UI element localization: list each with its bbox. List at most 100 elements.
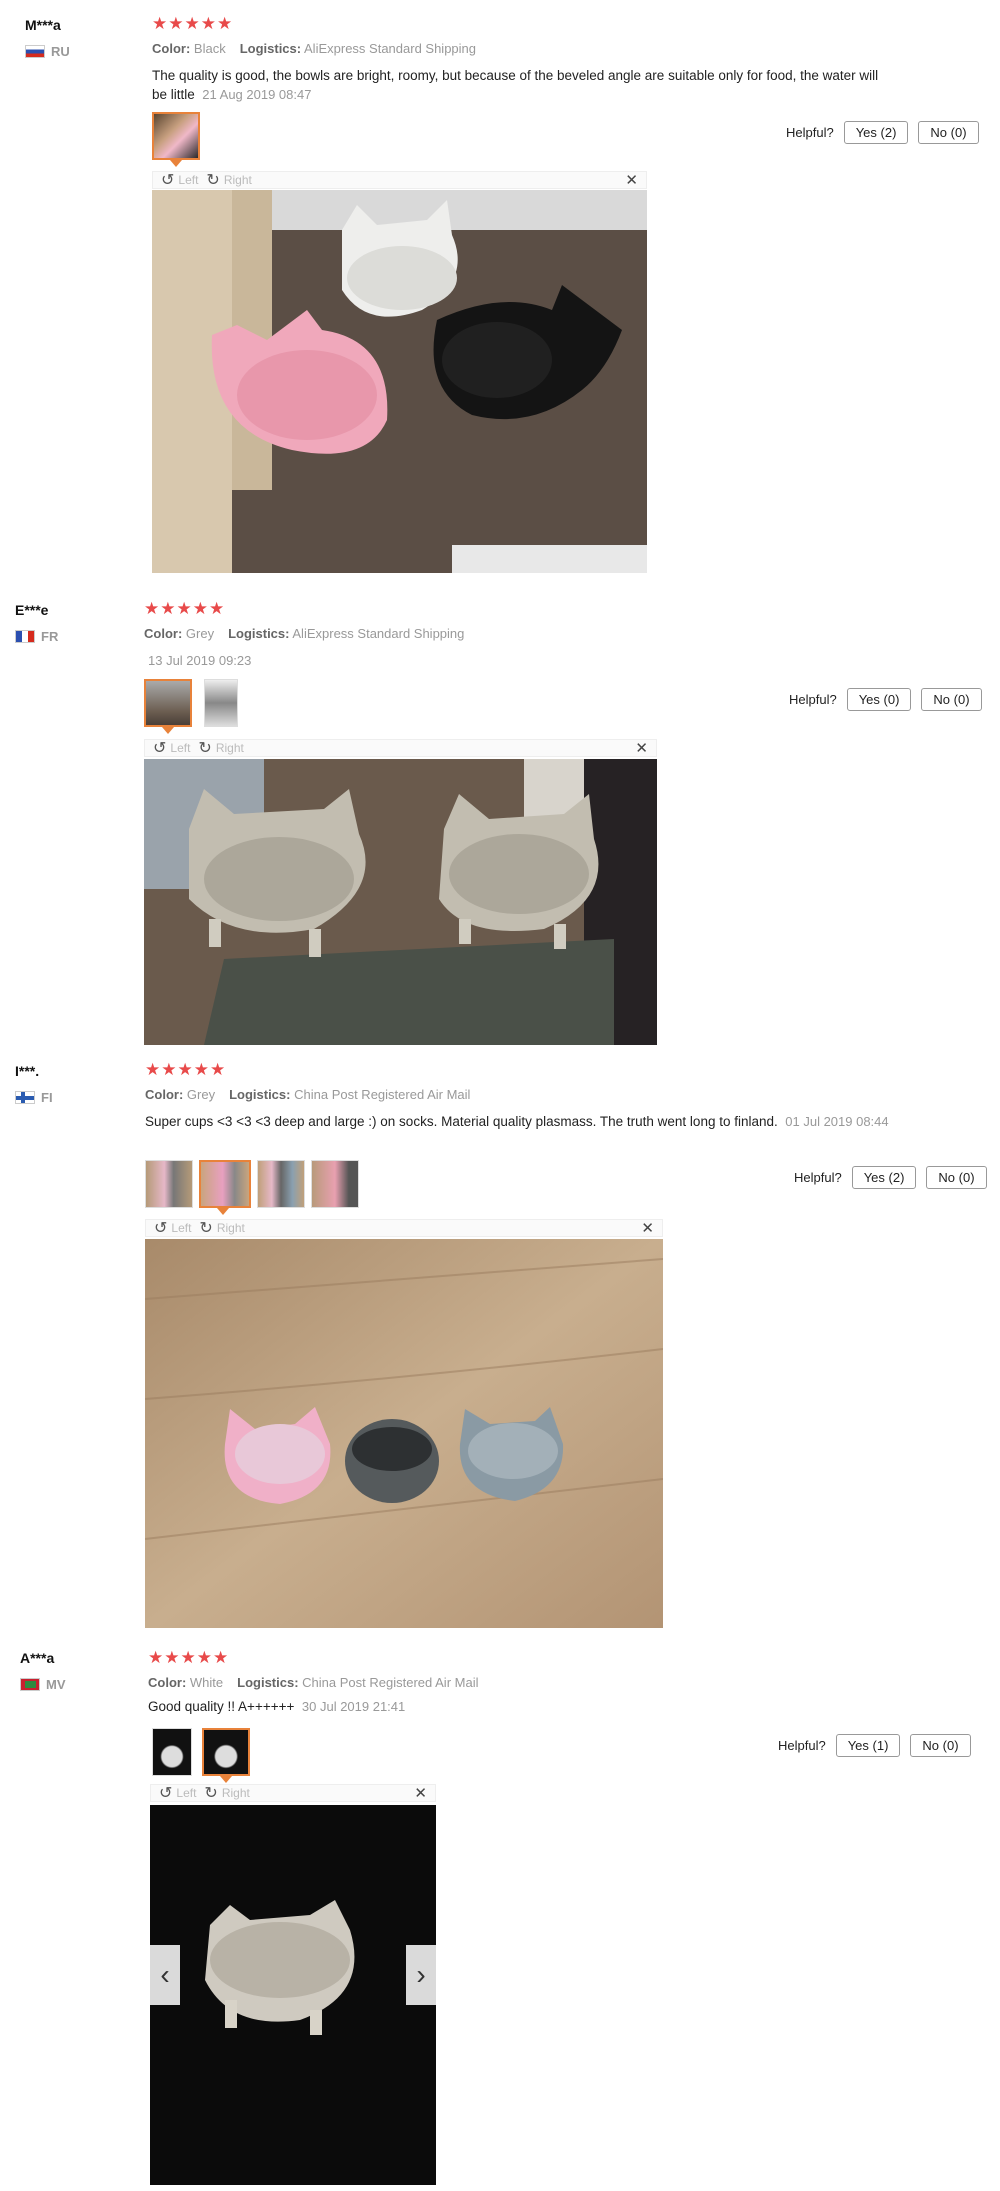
star-rating: ★★★★★ bbox=[148, 1648, 230, 1667]
color-value: White bbox=[189, 1675, 224, 1690]
rotate-right-icon: ↻ bbox=[199, 1220, 213, 1237]
thumbnail[interactable] bbox=[152, 112, 200, 167]
logistics-label: Logistics: bbox=[228, 626, 290, 641]
rotate-right-button[interactable]: ↻ Right bbox=[198, 738, 243, 758]
rotate-right-label: Right bbox=[221, 1786, 250, 1800]
rotate-left-button[interactable]: ↺ Left bbox=[161, 170, 198, 190]
review-date: 30 Jul 2019 21:41 bbox=[301, 1699, 406, 1714]
rotate-left-icon: ↺ bbox=[159, 1785, 173, 1802]
country-code: FR bbox=[41, 629, 59, 644]
reviewer-country: FR bbox=[15, 629, 58, 644]
close-icon[interactable]: ✕ bbox=[641, 1219, 654, 1237]
review-meta: Color: Black Logistics: AliExpress Standa… bbox=[152, 41, 476, 56]
helpful-label: Helpful? bbox=[794, 1170, 842, 1185]
close-icon[interactable]: ✕ bbox=[635, 739, 648, 757]
rotate-right-icon: ↻ bbox=[204, 1785, 218, 1802]
image-toolbar: ↺ Left ↻ Right ✕ bbox=[144, 739, 657, 757]
rotate-left-button[interactable]: ↺ Left bbox=[159, 1783, 196, 1803]
review-meta: Color: Grey Logistics: AliExpress Standar… bbox=[144, 626, 464, 641]
color-label: Color: bbox=[148, 1675, 187, 1690]
review-photo bbox=[145, 1239, 663, 1628]
rotate-left-button[interactable]: ↺ Left bbox=[154, 1218, 191, 1238]
helpful-no-button[interactable]: No (0) bbox=[926, 1166, 987, 1189]
helpful-yes-button[interactable]: Yes (2) bbox=[843, 121, 909, 144]
reviewer-name: A***a bbox=[20, 1650, 55, 1666]
image-toolbar: ↺ Left ↻ Right ✕ bbox=[152, 171, 647, 189]
thumbnail[interactable] bbox=[199, 1160, 251, 1215]
review-text: Good quality !! A++++++ 30 Jul 2019 21:4… bbox=[148, 1697, 878, 1716]
star-rating: ★★★★★ bbox=[144, 599, 226, 618]
rotate-left-label: Left bbox=[176, 1786, 197, 1800]
rotate-right-label: Right bbox=[223, 173, 252, 187]
rotate-right-button[interactable]: ↻ Right bbox=[199, 1218, 244, 1238]
close-icon[interactable]: ✕ bbox=[625, 171, 638, 189]
review-text: 13 Jul 2019 09:23 bbox=[148, 651, 878, 670]
rotate-right-button[interactable]: ↻ Right bbox=[204, 1783, 249, 1803]
bowls-photo-illustration bbox=[145, 1239, 663, 1628]
next-image-button[interactable]: › bbox=[406, 1945, 436, 2005]
helpful-no-button[interactable]: No (0) bbox=[910, 1734, 971, 1757]
logistics-label: Logistics: bbox=[237, 1675, 299, 1690]
thumbnail-strip bbox=[145, 1160, 359, 1215]
rotate-left-label: Left bbox=[178, 173, 199, 187]
helpful-no-button[interactable]: No (0) bbox=[918, 121, 979, 144]
rotate-right-label: Right bbox=[215, 741, 244, 755]
color-label: Color: bbox=[152, 41, 191, 56]
country-code: MV bbox=[46, 1677, 66, 1692]
helpful-yes-button[interactable]: Yes (0) bbox=[846, 688, 912, 711]
image-toolbar: ↺ Left ↻ Right ✕ bbox=[145, 1219, 663, 1237]
review-text: Super cups <3 <3 <3 deep and large :) on… bbox=[145, 1112, 895, 1131]
logistics-value: China Post Registered Air Mail bbox=[294, 1087, 471, 1102]
bowls-photo-illustration bbox=[152, 190, 647, 573]
color-value: Grey bbox=[186, 1087, 216, 1102]
flag-icon bbox=[15, 630, 35, 643]
chevron-right-icon: › bbox=[416, 1959, 426, 1990]
close-icon[interactable]: ✕ bbox=[414, 1784, 427, 1802]
chevron-left-icon: ‹ bbox=[160, 1959, 170, 1990]
previous-image-button[interactable]: ‹ bbox=[150, 1945, 180, 2005]
rotate-left-icon: ↺ bbox=[161, 172, 175, 189]
review-body: Super cups <3 <3 <3 deep and large :) on… bbox=[145, 1114, 778, 1129]
logistics-label: Logistics: bbox=[239, 41, 302, 56]
thumbnail[interactable] bbox=[145, 1160, 193, 1208]
helpful-group: Helpful? Yes (2) No (0) bbox=[794, 1166, 987, 1189]
helpful-no-button[interactable]: No (0) bbox=[921, 688, 982, 711]
thumbnail-strip bbox=[152, 1728, 250, 1783]
thumbnail-strip bbox=[144, 679, 238, 734]
flag-icon bbox=[20, 1678, 40, 1691]
rotate-left-icon: ↺ bbox=[154, 1220, 168, 1237]
thumbnail[interactable] bbox=[257, 1160, 305, 1208]
reviewer-country: FI bbox=[15, 1090, 53, 1105]
logistics-value: AliExpress Standard Shipping bbox=[304, 41, 477, 56]
helpful-label: Helpful? bbox=[789, 692, 837, 707]
helpful-group: Helpful? Yes (1) No (0) bbox=[778, 1734, 971, 1757]
reviewer-country: MV bbox=[20, 1677, 66, 1692]
logistics-label: Logistics: bbox=[229, 1087, 291, 1102]
rotate-right-label: Right bbox=[216, 1221, 245, 1235]
logistics-value: China Post Registered Air Mail bbox=[302, 1675, 479, 1690]
rotate-right-button[interactable]: ↻ Right bbox=[206, 170, 251, 190]
helpful-yes-button[interactable]: Yes (2) bbox=[851, 1166, 917, 1189]
review-photo bbox=[144, 759, 657, 1045]
reviewer-country: RU bbox=[25, 44, 70, 59]
star-rating: ★★★★★ bbox=[145, 1060, 227, 1079]
reviewer-name: E***e bbox=[15, 602, 49, 618]
flag-icon bbox=[25, 45, 45, 58]
review-body: Good quality !! A++++++ bbox=[148, 1699, 295, 1714]
rotate-left-label: Left bbox=[170, 741, 191, 755]
thumbnail[interactable] bbox=[144, 679, 192, 734]
review-date: 13 Jul 2019 09:23 bbox=[148, 653, 252, 668]
thumbnail[interactable] bbox=[152, 1728, 192, 1776]
review-meta: Color: White Logistics: China Post Regist… bbox=[148, 1675, 478, 1690]
rotate-left-button[interactable]: ↺ Left bbox=[153, 738, 190, 758]
logistics-value: AliExpress Standard Shipping bbox=[292, 626, 465, 641]
thumbnail[interactable] bbox=[202, 1728, 250, 1783]
review-date: 21 Aug 2019 08:47 bbox=[202, 87, 312, 102]
thumbnail[interactable] bbox=[311, 1160, 359, 1208]
thumbnail[interactable] bbox=[204, 679, 238, 727]
reviewer-name: M***a bbox=[25, 17, 61, 33]
bowls-photo-illustration bbox=[150, 1805, 436, 2185]
color-label: Color: bbox=[145, 1087, 184, 1102]
helpful-yes-button[interactable]: Yes (1) bbox=[835, 1734, 901, 1757]
review-date: 01 Jul 2019 08:44 bbox=[785, 1114, 889, 1129]
